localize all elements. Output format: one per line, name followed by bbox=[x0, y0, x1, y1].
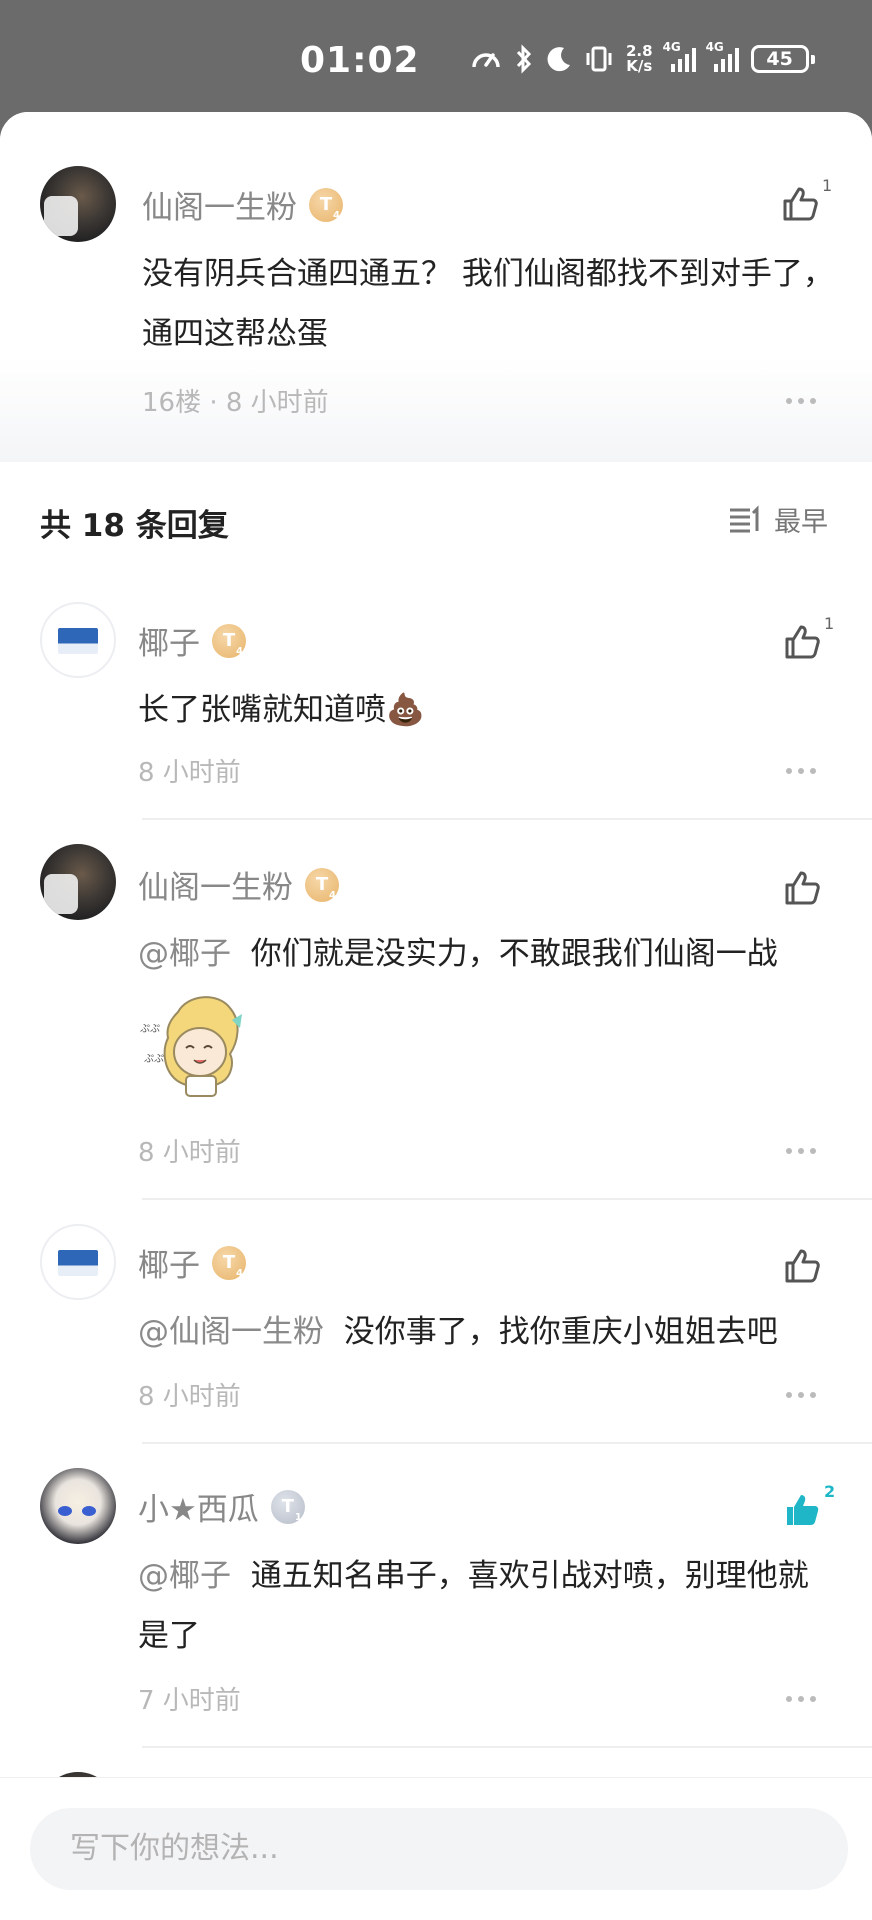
moon-icon bbox=[547, 47, 570, 72]
reply-body: 通五知名串子，喜欢引战对喷，别理他就是了 bbox=[138, 1558, 809, 1654]
reply-text: @仙阁一生粉 没你事了，找你重庆小姐姐去吧 bbox=[138, 1302, 848, 1362]
comment-text: 没有阴兵合通四通五？ 我们仙阁都找不到对手了，通四这帮怂蛋 bbox=[142, 256, 834, 352]
comment-input[interactable]: 写下你的想法... bbox=[30, 1808, 848, 1890]
level-badge-icon: T4 bbox=[305, 867, 339, 902]
reply-text: @椰子 通五知名串子，喜欢引战对喷，别理他就是了 bbox=[138, 1546, 838, 1666]
thumbs-up-filled-icon bbox=[787, 1495, 819, 1525]
signal-1-icon: 4G bbox=[663, 40, 696, 72]
avatar[interactable] bbox=[40, 844, 116, 920]
main-comment-username-row: 仙阁一生粉 T4 bbox=[142, 182, 343, 227]
more-options-icon[interactable] bbox=[784, 396, 820, 406]
sort-label: 最早 bbox=[774, 507, 828, 538]
vibrate-icon bbox=[586, 46, 612, 72]
more-options-icon[interactable] bbox=[784, 1694, 820, 1704]
username[interactable]: 小★西瓜 bbox=[138, 1484, 259, 1529]
network-type-1: 4G bbox=[662, 40, 681, 54]
network-speed: 2.8 K/s bbox=[626, 44, 653, 74]
thumbs-up-icon bbox=[783, 187, 818, 221]
badge-letter: T bbox=[281, 1496, 294, 1517]
reply-time: 8 小时前 bbox=[138, 1382, 241, 1412]
thumbs-up-icon bbox=[785, 625, 820, 659]
badge-letter: T bbox=[319, 194, 333, 215]
badge-letter: T bbox=[222, 1252, 236, 1273]
avatar[interactable] bbox=[40, 1468, 116, 1544]
level-badge-icon: T4 bbox=[212, 1245, 246, 1280]
more-options-icon[interactable] bbox=[784, 1146, 820, 1156]
reply-username-row: 椰子 T4 bbox=[138, 1240, 246, 1285]
username[interactable]: 仙阁一生粉 bbox=[142, 182, 297, 227]
status-icons: 2.8 K/s 4G 4G 45 bbox=[470, 40, 815, 74]
battery-icon: 45 bbox=[750, 45, 815, 73]
comment-sheet: 仙阁一生粉 T4 1 没有阴兵合通四通五？ 我们仙阁都找不到对手了，通四这帮怂蛋… bbox=[0, 112, 872, 1920]
status-bar: 01:02 2.8 K/s 4G 4G 45 bbox=[0, 0, 872, 112]
like-count: 2 bbox=[824, 1482, 836, 1501]
like-button[interactable] bbox=[782, 1246, 822, 1286]
svg-text:ぷぷ: ぷぷ bbox=[140, 1023, 160, 1035]
comment-meta: 16楼 · 8 小时前 bbox=[142, 388, 329, 418]
status-time: 01:02 bbox=[300, 40, 420, 81]
mention-link[interactable]: @仙阁一生粉 bbox=[138, 1314, 324, 1350]
sort-list-icon bbox=[730, 504, 759, 532]
divider bbox=[142, 1746, 872, 1748]
reply-text: @椰子 你们就是没实力，不敢跟我们仙阁一战 bbox=[138, 924, 848, 984]
like-button[interactable] bbox=[780, 184, 820, 224]
replies-count-title: 共 18 条回复 bbox=[40, 508, 229, 544]
level-badge-icon: T1 bbox=[270, 1489, 305, 1524]
like-button-active[interactable] bbox=[782, 1490, 822, 1530]
svg-text:ぷぷ: ぷぷ bbox=[144, 1053, 164, 1065]
thumbs-up-icon bbox=[785, 1249, 820, 1283]
reply-body: 长了张嘴就知道喷💩 bbox=[138, 692, 425, 728]
more-options-icon[interactable] bbox=[784, 766, 820, 776]
reply-time: 7 小时前 bbox=[138, 1686, 241, 1716]
comment-composer-bar: 写下你的想法... bbox=[0, 1777, 872, 1920]
like-count: 1 bbox=[822, 176, 833, 195]
badge-letter: T bbox=[222, 630, 236, 651]
like-count: 1 bbox=[824, 614, 835, 633]
divider bbox=[142, 1442, 872, 1444]
reply-body: 没你事了，找你重庆小姐姐去吧 bbox=[343, 1314, 778, 1350]
avatar[interactable] bbox=[40, 166, 116, 242]
reply-time: 8 小时前 bbox=[138, 758, 241, 788]
network-speed-unit: K/s bbox=[626, 57, 653, 75]
badge-level: 4 bbox=[236, 1267, 243, 1279]
avatar[interactable] bbox=[40, 602, 116, 678]
sort-button[interactable]: 最早 bbox=[728, 500, 828, 539]
reply-body: 你们就是没实力，不敢跟我们仙阁一战 bbox=[250, 936, 778, 972]
more-options-icon[interactable] bbox=[784, 1390, 820, 1400]
reply-username-row: 小★西瓜 T1 bbox=[138, 1484, 305, 1529]
mention-link[interactable]: @椰子 bbox=[138, 936, 231, 972]
bluetooth-icon bbox=[516, 44, 532, 74]
main-comment: 仙阁一生粉 T4 1 没有阴兵合通四通五？ 我们仙阁都找不到对手了，通四这帮怂蛋… bbox=[0, 112, 872, 462]
badge-level: 1 bbox=[294, 1511, 302, 1523]
username[interactable]: 仙阁一生粉 bbox=[138, 862, 293, 907]
speedometer-icon bbox=[472, 53, 500, 68]
reply-username-row: 仙阁一生粉 T4 bbox=[138, 862, 339, 907]
like-button[interactable] bbox=[782, 868, 822, 908]
badge-letter: T bbox=[315, 874, 329, 895]
divider bbox=[142, 818, 872, 820]
username[interactable]: 椰子 bbox=[138, 618, 200, 663]
level-badge-icon: T4 bbox=[212, 623, 246, 658]
badge-level: 4 bbox=[329, 889, 336, 901]
like-button[interactable] bbox=[782, 622, 822, 662]
thumbs-up-icon bbox=[785, 871, 820, 905]
badge-level: 4 bbox=[236, 645, 243, 657]
divider bbox=[142, 1198, 872, 1200]
reply-text: 长了张嘴就知道喷💩 bbox=[138, 680, 838, 740]
reply-time: 8 小时前 bbox=[138, 1138, 241, 1168]
level-badge-icon: T4 bbox=[309, 187, 343, 222]
signal-2-icon: 4G bbox=[706, 40, 739, 72]
reply-username-row: 椰子 T4 bbox=[138, 618, 246, 663]
badge-level: 4 bbox=[333, 209, 340, 221]
avatar[interactable] bbox=[40, 1224, 116, 1300]
mention-link[interactable]: @椰子 bbox=[138, 1558, 231, 1594]
sticker-image[interactable]: ぷぷ ぷぷ bbox=[138, 992, 254, 1100]
network-type-2: 4G bbox=[705, 40, 724, 54]
username[interactable]: 椰子 bbox=[138, 1240, 200, 1285]
